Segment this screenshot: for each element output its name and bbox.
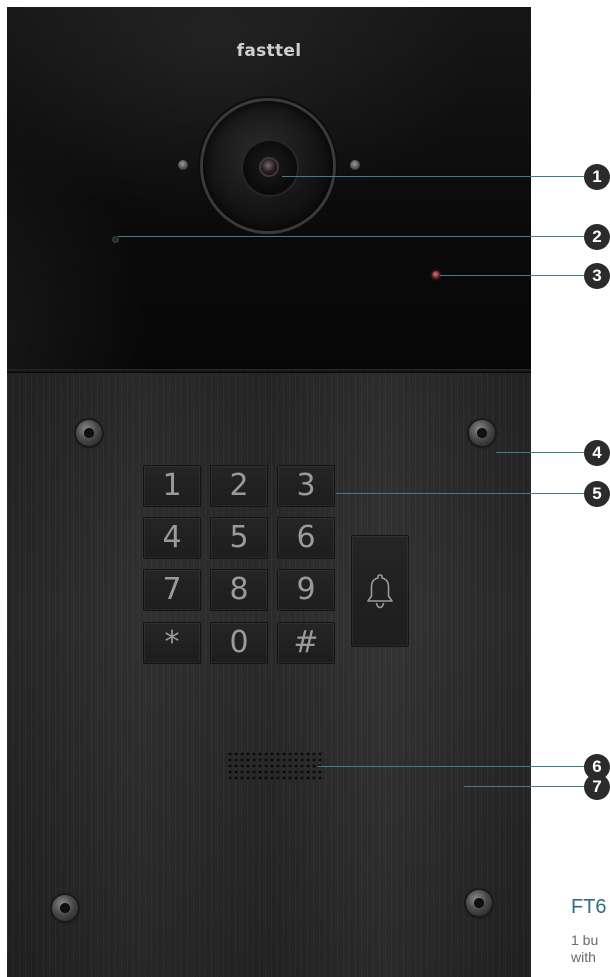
call-button[interactable] (351, 535, 409, 647)
key-7[interactable]: 7 (143, 569, 201, 611)
callout-badge-5: 5 (584, 481, 610, 507)
screw-top-right (469, 420, 495, 446)
key-0[interactable]: 0 (210, 622, 268, 664)
ir-led-right (350, 160, 360, 170)
callout-badge-4: 4 (584, 440, 610, 466)
key-6[interactable]: 6 (277, 517, 335, 559)
camera-lens (261, 159, 277, 175)
status-led (432, 271, 440, 279)
ir-led-left (178, 160, 188, 170)
callout-badge-7: 7 (584, 774, 610, 800)
callout-line-5 (336, 493, 584, 494)
callout-line-4 (496, 452, 584, 453)
bell-icon (367, 574, 393, 609)
product-model: FT6 (571, 896, 607, 918)
key-3[interactable]: 3 (277, 465, 335, 507)
plate-shading (7, 373, 531, 977)
key-2[interactable]: 2 (210, 465, 268, 507)
key-4[interactable]: 4 (143, 517, 201, 559)
key-1[interactable]: 1 (143, 465, 201, 507)
key-star[interactable]: * (143, 622, 201, 664)
callout-line-6 (318, 766, 584, 767)
product-desc-line-2: with (571, 949, 596, 965)
key-9[interactable]: 9 (277, 569, 335, 611)
product-desc-line-1: 1 bu (571, 932, 599, 948)
callout-line-7 (464, 786, 584, 787)
callout-badge-1: 1 (584, 164, 610, 190)
microphone-hole (113, 237, 118, 242)
callout-badge-2: 2 (584, 224, 610, 250)
speaker-grille (227, 751, 325, 781)
page: fasttel 1 2 3 4 5 6 7 8 9 * 0 # 1 2 3 4 … (0, 0, 610, 977)
key-8[interactable]: 8 (210, 569, 268, 611)
key-5[interactable]: 5 (210, 517, 268, 559)
screw-bottom-left (52, 895, 78, 921)
callout-line-2 (118, 236, 584, 237)
callout-line-3 (440, 275, 584, 276)
callout-badge-3: 3 (584, 263, 610, 289)
product-description: 1 bu with (571, 932, 598, 966)
screw-top-left (76, 420, 102, 446)
key-hash[interactable]: # (277, 622, 335, 664)
callout-line-1 (282, 176, 584, 177)
screw-bottom-right (466, 890, 492, 916)
door-station: fasttel 1 2 3 4 5 6 7 8 9 * 0 # (7, 7, 531, 977)
brand-logo: fasttel (236, 41, 302, 61)
